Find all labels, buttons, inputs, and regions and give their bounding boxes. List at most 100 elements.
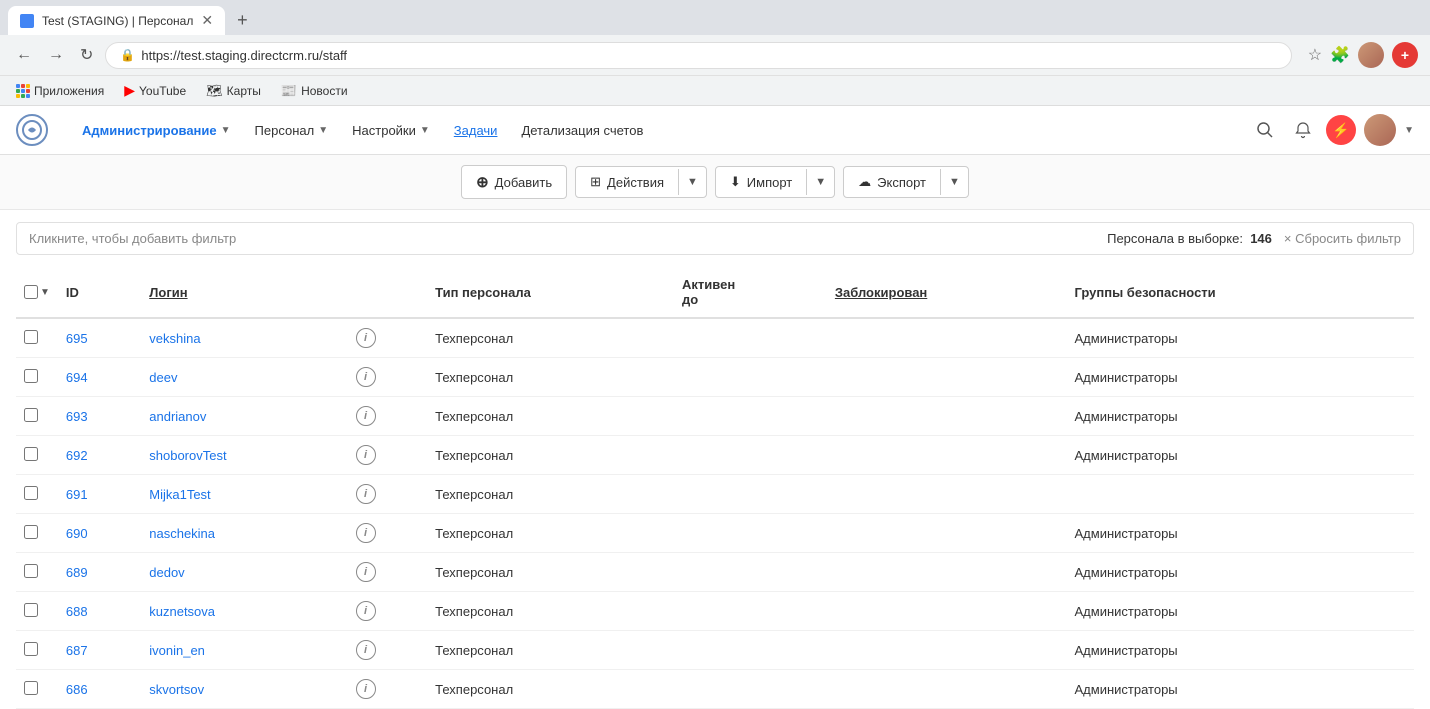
actions-button[interactable]: ⊞ Действия ▼ <box>575 166 707 198</box>
forward-button[interactable]: → <box>44 42 68 68</box>
search-button[interactable] <box>1250 115 1280 145</box>
table-row: 694 deev i Техперсонал Администраторы <box>16 358 1414 397</box>
import-main[interactable]: ⬇ Импорт <box>716 167 806 197</box>
row-info-cell: i <box>348 670 428 709</box>
row-id[interactable]: 691 <box>58 475 141 514</box>
nav-administration[interactable]: Администрирование ▼ <box>72 117 241 144</box>
row-login[interactable]: ivonin_en <box>141 631 347 670</box>
row-login[interactable]: Mijka1Test <box>141 475 347 514</box>
row-security-groups: Администраторы <box>1067 670 1414 709</box>
nav-staff[interactable]: Персонал ▼ <box>245 117 339 144</box>
notifications-button[interactable] <box>1288 115 1318 145</box>
row-login[interactable]: skvortsov <box>141 670 347 709</box>
header-login-label: Логин <box>149 285 187 300</box>
row-login[interactable]: andrianov <box>141 397 347 436</box>
row-login[interactable]: dedov <box>141 553 347 592</box>
actions-main[interactable]: ⊞ Действия <box>576 167 678 197</box>
row-checkbox[interactable] <box>24 603 38 617</box>
nav-billing[interactable]: Детализация счетов <box>511 117 653 144</box>
tab-close-button[interactable]: ✕ <box>201 12 213 29</box>
info-icon[interactable]: i <box>356 406 376 426</box>
export-button[interactable]: ☁ Экспорт ▼ <box>843 166 969 198</box>
info-icon[interactable]: i <box>356 445 376 465</box>
info-icon[interactable]: i <box>356 367 376 387</box>
row-checkbox[interactable] <box>24 408 38 422</box>
bookmark-maps[interactable]: 🗺 Карты <box>202 81 265 101</box>
app-logo[interactable] <box>16 114 48 146</box>
row-active-until <box>674 631 827 670</box>
row-checkbox[interactable] <box>24 447 38 461</box>
row-security-groups: Администраторы <box>1067 318 1414 358</box>
row-staff-type: Техперсонал <box>427 631 674 670</box>
nav-tasks-label: Задачи <box>454 123 498 138</box>
info-icon[interactable]: i <box>356 640 376 660</box>
row-login[interactable]: naschekina <box>141 514 347 553</box>
row-login[interactable]: deev <box>141 358 347 397</box>
row-checkbox[interactable] <box>24 330 38 344</box>
url-bar[interactable]: 🔒 https://test.staging.directcrm.ru/staf… <box>105 42 1291 69</box>
row-blocked <box>827 436 1067 475</box>
row-id[interactable]: 695 <box>58 318 141 358</box>
row-id[interactable]: 694 <box>58 358 141 397</box>
nav-staff-label: Персонал <box>255 123 315 138</box>
row-checkbox[interactable] <box>24 525 38 539</box>
actions-dropdown-arrow[interactable]: ▼ <box>678 169 706 195</box>
info-icon[interactable]: i <box>356 523 376 543</box>
info-icon[interactable]: i <box>356 679 376 699</box>
row-checkbox[interactable] <box>24 564 38 578</box>
add-button[interactable]: ⊕ Добавить <box>461 165 567 199</box>
bookmark-youtube[interactable]: ▶ YouTube <box>120 80 190 101</box>
user-menu-arrow[interactable]: ▼ <box>1404 125 1414 136</box>
row-login[interactable]: kuznetsova <box>141 592 347 631</box>
profile-icon[interactable] <box>1358 42 1384 68</box>
info-icon[interactable]: i <box>356 562 376 582</box>
filter-count-value: 146 <box>1250 231 1272 246</box>
row-id[interactable]: 690 <box>58 514 141 553</box>
filter-reset-button[interactable]: × Сбросить фильтр <box>1284 231 1401 246</box>
row-checkbox-cell <box>16 358 58 397</box>
row-login[interactable]: shoborovTest <box>141 436 347 475</box>
bookmark-star-icon[interactable]: ☆ <box>1308 45 1322 65</box>
row-active-until <box>674 475 827 514</box>
user-avatar[interactable] <box>1364 114 1396 146</box>
back-button[interactable]: ← <box>12 42 36 68</box>
info-icon[interactable]: i <box>356 484 376 504</box>
import-dropdown-arrow[interactable]: ▼ <box>806 169 834 195</box>
export-main[interactable]: ☁ Экспорт <box>844 167 940 197</box>
table-row: 687 ivonin_en i Техперсонал Администрато… <box>16 631 1414 670</box>
add-profile-icon[interactable]: + <box>1392 42 1418 68</box>
nav-tasks[interactable]: Задачи <box>444 117 508 144</box>
info-icon[interactable]: i <box>356 601 376 621</box>
row-checkbox[interactable] <box>24 681 38 695</box>
import-button[interactable]: ⬇ Импорт ▼ <box>715 166 835 198</box>
row-staff-type: Техперсонал <box>427 397 674 436</box>
export-dropdown-arrow[interactable]: ▼ <box>940 169 968 195</box>
row-login[interactable]: vekshina <box>141 318 347 358</box>
row-security-groups <box>1067 475 1414 514</box>
row-id[interactable]: 687 <box>58 631 141 670</box>
row-blocked <box>827 475 1067 514</box>
row-blocked <box>827 514 1067 553</box>
row-staff-type: Техперсонал <box>427 436 674 475</box>
row-id[interactable]: 689 <box>58 553 141 592</box>
alerts-button[interactable]: ⚡ <box>1326 115 1356 145</box>
nav-settings[interactable]: Настройки ▼ <box>342 117 440 144</box>
extensions-icon[interactable]: 🧩 <box>1330 45 1350 65</box>
filter-bar[interactable]: Кликните, чтобы добавить фильтр Персонал… <box>16 222 1414 255</box>
select-all-checkbox[interactable] <box>24 285 38 299</box>
bookmark-apps[interactable]: Приложения <box>12 82 108 100</box>
reload-button[interactable]: ↻ <box>76 41 97 69</box>
active-tab[interactable]: Test (STAGING) | Персонал ✕ <box>8 6 225 35</box>
row-checkbox[interactable] <box>24 642 38 656</box>
row-checkbox[interactable] <box>24 486 38 500</box>
row-id[interactable]: 692 <box>58 436 141 475</box>
info-icon[interactable]: i <box>356 328 376 348</box>
row-id[interactable]: 686 <box>58 670 141 709</box>
row-id[interactable]: 693 <box>58 397 141 436</box>
row-security-groups: Администраторы <box>1067 592 1414 631</box>
bookmark-news[interactable]: 📰 Новости <box>277 81 352 101</box>
row-id[interactable]: 688 <box>58 592 141 631</box>
row-checkbox[interactable] <box>24 369 38 383</box>
checkbox-dropdown-arrow[interactable]: ▼ <box>40 287 50 298</box>
new-tab-button[interactable]: + <box>229 6 256 35</box>
